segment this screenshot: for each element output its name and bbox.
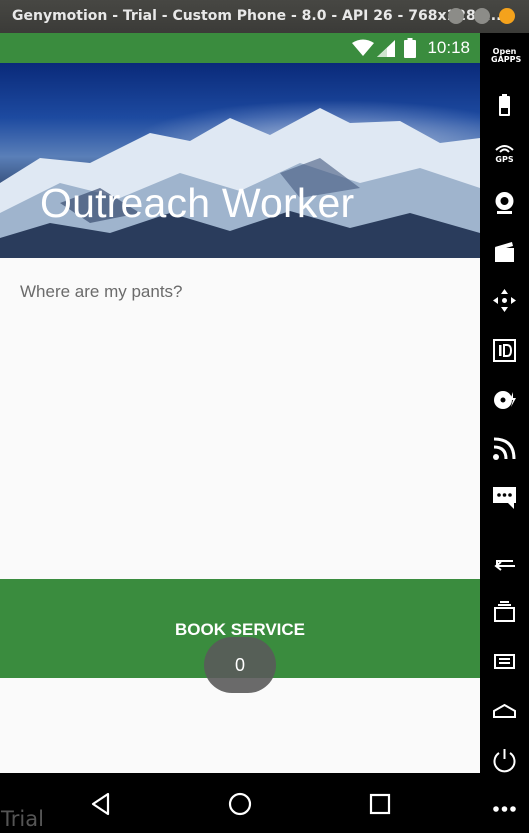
minimize-button[interactable] xyxy=(448,8,464,24)
toast-text: 0 xyxy=(234,655,245,675)
recents-icon[interactable] xyxy=(367,791,393,817)
menu-icon[interactable] xyxy=(491,648,518,675)
header-title: Outreach Worker xyxy=(40,180,355,226)
opengapps-label: Open GAPPS xyxy=(491,47,522,64)
home-icon[interactable] xyxy=(491,697,518,724)
back-icon[interactable] xyxy=(88,791,114,817)
gps-icon[interactable]: GPS xyxy=(491,140,518,167)
more-icon[interactable] xyxy=(491,795,518,822)
dpad-icon[interactable] xyxy=(491,287,518,314)
battery-icon xyxy=(404,38,416,58)
wifi-icon xyxy=(352,39,374,56)
status-bar: 10:18 xyxy=(0,33,480,63)
power-icon[interactable] xyxy=(491,746,518,773)
close-button[interactable] xyxy=(499,8,515,24)
status-time: 10:18 xyxy=(427,38,470,57)
question-text: Where are my pants? xyxy=(20,282,183,301)
genymotion-sidebar: Open GAPPS GPS xyxy=(480,33,529,833)
toast-message: 0 xyxy=(204,637,276,693)
mountain-illustration xyxy=(0,108,480,258)
camera-icon[interactable] xyxy=(491,189,518,216)
gps-label: GPS xyxy=(495,155,514,164)
signal-icon xyxy=(377,40,395,57)
trial-watermark: Trial xyxy=(1,807,44,831)
disk-icon[interactable] xyxy=(491,386,518,413)
device-id-icon[interactable] xyxy=(491,337,518,364)
header-image: Outreach Worker xyxy=(0,63,480,258)
back-icon[interactable] xyxy=(491,550,518,577)
media-icon[interactable] xyxy=(491,238,518,265)
recents-icon[interactable] xyxy=(491,599,518,626)
navigation-bar: Trial xyxy=(0,773,480,833)
cast-icon[interactable] xyxy=(491,435,518,462)
gps-signal-icon xyxy=(495,145,514,153)
device-screen: 10:18 Outreach Worker Where are my pants… xyxy=(0,33,480,773)
battery-icon[interactable] xyxy=(491,92,518,119)
opengapps-icon[interactable]: Open GAPPS xyxy=(491,45,522,72)
sms-icon[interactable] xyxy=(491,484,518,511)
home-icon[interactable] xyxy=(227,791,253,817)
maximize-button[interactable] xyxy=(474,8,490,24)
window-title: Genymotion - Trial - Custom Phone - 8.0 … xyxy=(12,8,502,24)
